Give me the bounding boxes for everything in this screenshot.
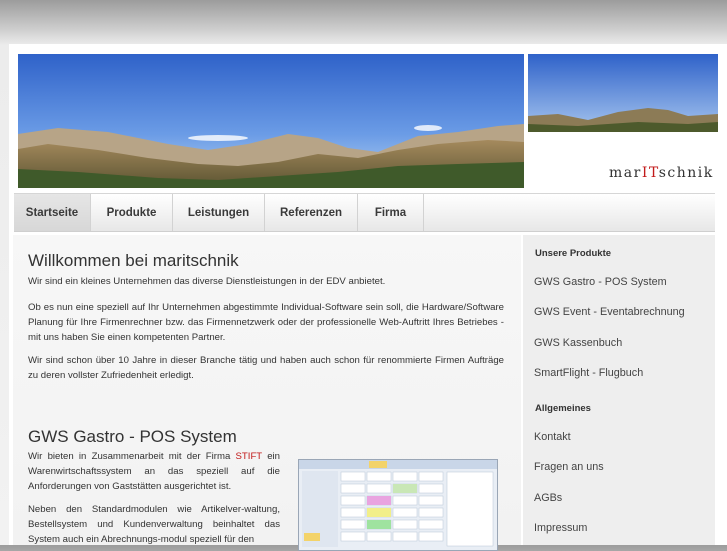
sidebar-item-kontakt[interactable]: Kontakt bbox=[534, 431, 571, 443]
brand-stift-link[interactable]: STIFT bbox=[236, 451, 262, 462]
sidebar-item-gws-kassenbuch[interactable]: GWS Kassenbuch bbox=[534, 337, 622, 349]
sidebar-heading-products: Unsere Produkte bbox=[535, 248, 612, 259]
gws-paragraph-2: Neben den Standardmodulen wie Artikelver… bbox=[28, 504, 280, 545]
main-content: Willkommen bei maritschnik Wir sind ein … bbox=[13, 235, 521, 551]
header-banner-image bbox=[18, 54, 524, 188]
nav-item-leistungen[interactable]: Leistungen bbox=[173, 194, 265, 231]
main-navigation: Startseite Produkte Leistungen Referenze… bbox=[14, 193, 715, 232]
welcome-paragraph-2: Ob es nun eine speziell auf Ihr Unterneh… bbox=[28, 302, 504, 343]
gws-screenshot-thumbnail[interactable] bbox=[298, 459, 498, 551]
sidebar-heading-general: Allgemeines bbox=[535, 403, 591, 414]
sidebar-item-agbs[interactable]: AGBs bbox=[534, 492, 562, 504]
nav-item-startseite[interactable]: Startseite bbox=[14, 194, 91, 231]
nav-item-referenzen[interactable]: Referenzen bbox=[265, 194, 358, 231]
sidebar-item-smartflight[interactable]: SmartFlight - Flugbuch bbox=[534, 367, 643, 379]
page-container: marITschnik Startseite Produkte Leistung… bbox=[9, 44, 727, 551]
sidebar-item-gws-gastro[interactable]: GWS Gastro - POS System bbox=[534, 276, 667, 288]
sidebar-item-fragen[interactable]: Fragen an uns bbox=[534, 461, 604, 473]
site-logo[interactable]: marITschnik bbox=[609, 165, 714, 181]
welcome-paragraph-1: Wir sind ein kleines Unternehmen das div… bbox=[28, 276, 386, 287]
sidebar: Unsere Produkte GWS Gastro - POS System … bbox=[523, 235, 715, 545]
nav-item-produkte[interactable]: Produkte bbox=[91, 194, 173, 231]
sidebar-item-impressum[interactable]: Impressum bbox=[534, 522, 587, 534]
header-side-image bbox=[528, 54, 718, 132]
sidebar-item-gws-event[interactable]: GWS Event - Eventabrechnung bbox=[534, 306, 685, 318]
gws-paragraph-1: Wir bieten in Zusammenarbeit mit der Fir… bbox=[28, 451, 280, 492]
nav-item-firma[interactable]: Firma bbox=[358, 194, 424, 231]
welcome-title: Willkommen bei maritschnik bbox=[28, 251, 239, 270]
gws-title: GWS Gastro - POS System bbox=[28, 427, 237, 446]
welcome-paragraph-3: Wir sind schon über 10 Jahre in dieser B… bbox=[28, 355, 504, 381]
